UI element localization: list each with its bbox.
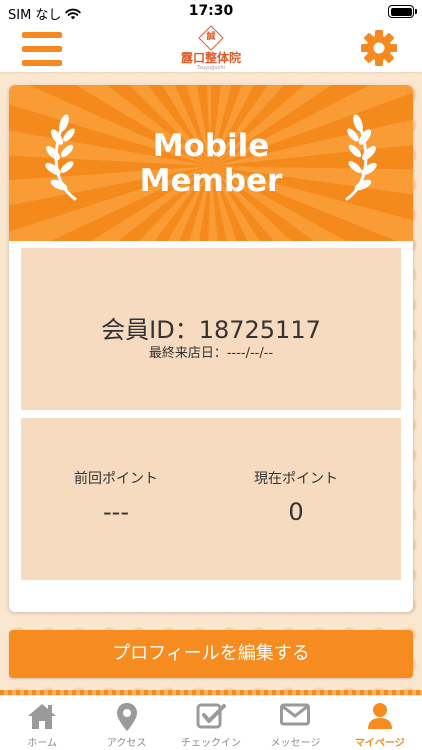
status-time: 17:30 <box>188 3 234 19</box>
home-icon <box>28 704 57 729</box>
edit-profile-button[interactable]: プロフィールを編集する <box>9 630 413 678</box>
tab-bar: ホーム アクセス チェックイン メッセージ マイページ <box>0 695 422 750</box>
member-id: 会員ID：18725117 <box>101 316 321 344</box>
member-card: Mobile Member 会員ID：18725117 最終来店日：----/-… <box>9 85 413 612</box>
current-points-value: 0 <box>288 498 304 526</box>
battery-icon <box>388 5 417 18</box>
settings-button[interactable] <box>360 29 398 67</box>
person-icon <box>367 703 392 729</box>
previous-points-value: --- <box>103 498 129 526</box>
current-points: 現在ポイント 0 <box>201 468 391 526</box>
logo-name: 露口整体院 <box>180 51 241 65</box>
mail-icon <box>280 703 311 726</box>
gear-icon <box>361 30 397 66</box>
menu-button[interactable] <box>22 32 62 66</box>
last-visit-date: 最終来店日：----/--/-- <box>148 346 274 361</box>
app-header: 誠 露口整体院 Tsuyuguchi <box>0 24 422 72</box>
tab-access[interactable]: アクセス <box>84 696 168 750</box>
status-bar: SIM なし 17:30 <box>0 0 422 24</box>
laurel-right-icon <box>345 114 377 201</box>
checkin-icon <box>196 703 227 729</box>
previous-points-label: 前回ポイント <box>74 471 158 487</box>
logo-mark: 誠 <box>206 31 216 42</box>
tab-mypage[interactable]: マイページ <box>338 696 422 750</box>
member-id-panel: 会員ID：18725117 最終来店日：----/--/-- <box>21 248 401 410</box>
tab-message[interactable]: メッセージ <box>253 696 337 750</box>
previous-points: 前回ポイント --- <box>21 468 211 526</box>
clinic-logo: 誠 露口整体院 Tsuyuguchi <box>165 25 257 71</box>
member-banner: Mobile Member <box>9 85 413 241</box>
logo-subtext: Tsuyuguchi <box>197 65 225 71</box>
current-points-label: 現在ポイント <box>254 471 338 487</box>
points-panel: 前回ポイント --- 現在ポイント 0 <box>21 418 401 580</box>
tab-home[interactable]: ホーム <box>0 696 84 750</box>
tab-checkin[interactable]: チェックイン <box>169 696 253 750</box>
map-pin-icon <box>116 703 137 731</box>
